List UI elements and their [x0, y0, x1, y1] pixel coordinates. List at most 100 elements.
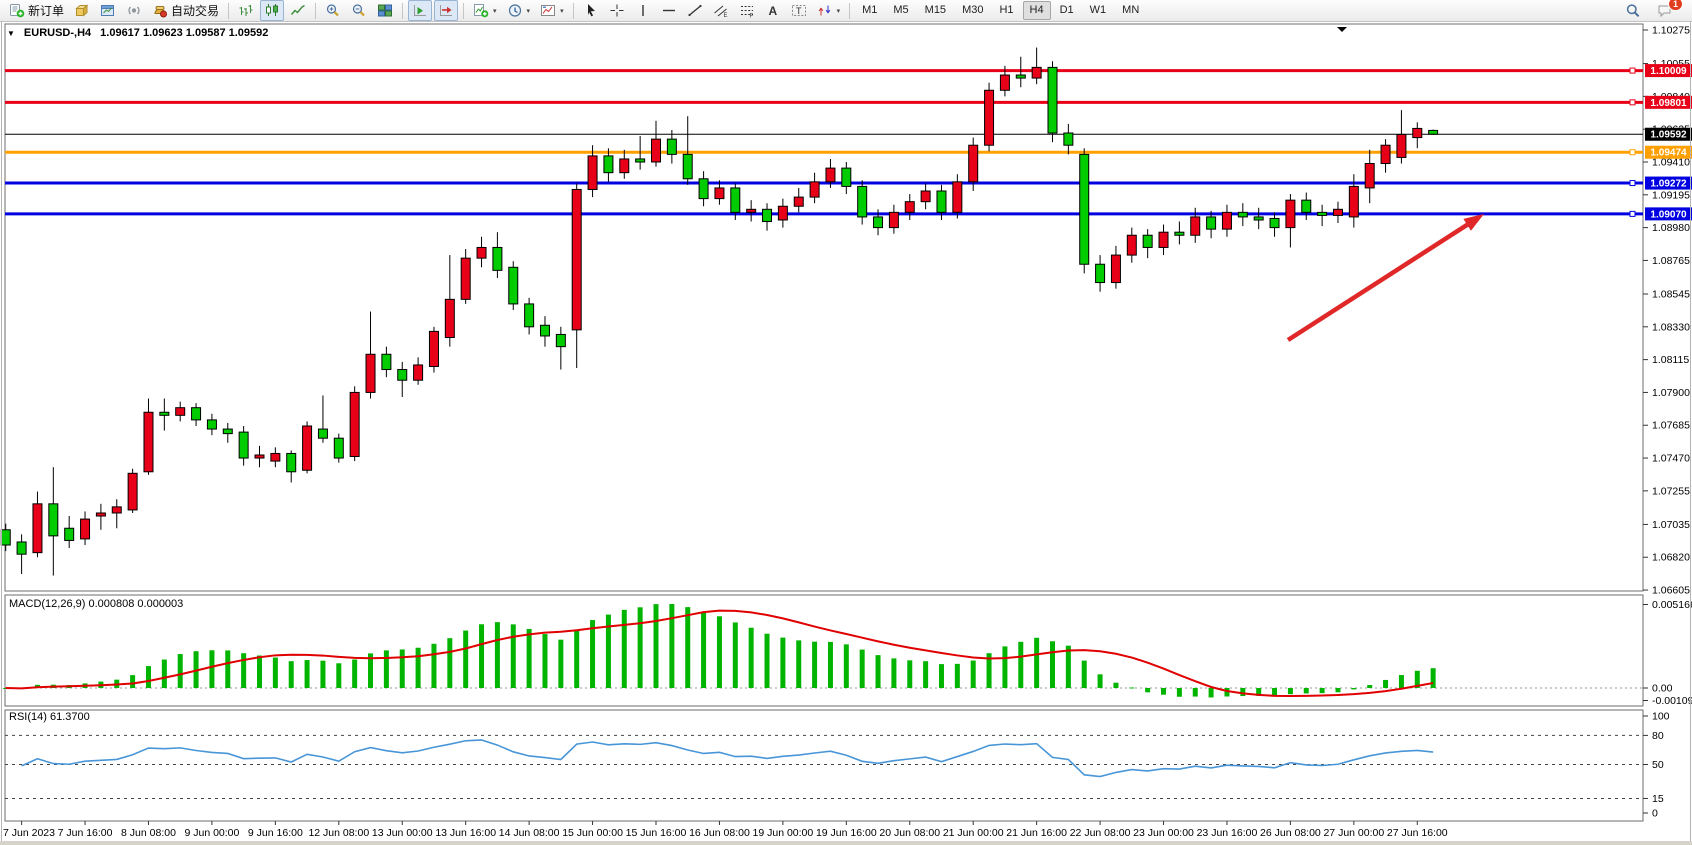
- search-button[interactable]: [1621, 0, 1645, 21]
- candle: [1016, 75, 1025, 78]
- trendline-button[interactable]: [683, 0, 707, 21]
- level-line-handle[interactable]: [1630, 150, 1635, 155]
- timeframe-w1-button[interactable]: W1: [1083, 1, 1114, 20]
- fibonacci-button[interactable]: F: [735, 0, 759, 21]
- timeframe-d1-button[interactable]: D1: [1053, 1, 1081, 20]
- candle: [588, 156, 597, 190]
- equidistant-channel-button[interactable]: E: [709, 0, 733, 21]
- arrows-button[interactable]: ▾: [813, 0, 845, 21]
- candle: [192, 408, 201, 420]
- periods-button[interactable]: ▾: [503, 0, 535, 21]
- notifications-button[interactable]: 1: [1653, 0, 1677, 21]
- zoom-out-icon: [351, 3, 367, 18]
- timeframe-h1-button[interactable]: H1: [992, 1, 1020, 20]
- macd-histogram-bar: [225, 650, 230, 688]
- candle: [842, 168, 851, 186]
- dropdown-caret-icon[interactable]: ▾: [560, 7, 564, 15]
- macd-histogram-bar: [765, 634, 770, 688]
- timeframe-m1-button[interactable]: M1: [855, 1, 884, 20]
- time-tick-label: 7 Jun 2023: [3, 827, 55, 839]
- candle: [810, 182, 819, 197]
- horizontal-line-button[interactable]: [657, 0, 681, 21]
- candlestick-chart-button[interactable]: [260, 0, 284, 21]
- macd-histogram-bar: [1367, 685, 1372, 688]
- toolbar: 新订单 自动交易 ▾ ▾ ▾ EFAT ▾ M1M5M15M30H1H4D1W1MN 1: [0, 0, 1692, 22]
- candle: [1270, 218, 1279, 227]
- level-line-handle[interactable]: [1630, 181, 1635, 186]
- macd-histogram-bar: [1193, 688, 1198, 697]
- vertical-line-button[interactable]: [631, 0, 655, 21]
- templates-button[interactable]: ▾: [536, 0, 568, 21]
- candle: [445, 299, 454, 337]
- cursor-button[interactable]: [579, 0, 603, 21]
- dropdown-caret-icon[interactable]: ▾: [527, 7, 531, 15]
- macd-axis-label: 0.005166: [1652, 599, 1692, 611]
- macd-histogram-bar: [352, 660, 357, 688]
- macd-histogram-bar: [939, 664, 944, 688]
- candlestick-chart-icon: [264, 3, 280, 18]
- indicators-button[interactable]: ▾: [469, 0, 501, 21]
- candle: [683, 154, 692, 178]
- time-tick-label: 9 Jun 16:00: [248, 827, 303, 839]
- macd-histogram-bar: [669, 604, 674, 688]
- timeframe-m30-button[interactable]: M30: [955, 1, 990, 20]
- candle: [287, 453, 296, 471]
- price-tick-label: 1.08330: [1652, 321, 1690, 333]
- price-tick-label: 1.07685: [1652, 420, 1690, 432]
- level-line-handle[interactable]: [1630, 211, 1635, 216]
- line-chart-button[interactable]: [286, 0, 310, 21]
- timeframe-h4-button[interactable]: H4: [1023, 1, 1051, 20]
- level-line-handle[interactable]: [1630, 100, 1635, 105]
- zoom-in-button[interactable]: [321, 0, 345, 21]
- toolbar-separator: [402, 3, 403, 19]
- macd-histogram-bar: [511, 624, 516, 688]
- macd-histogram-bar: [1034, 638, 1039, 688]
- macd-histogram-bar: [1177, 688, 1182, 697]
- candle: [176, 408, 185, 416]
- level-price-label-text: 1.09272: [1650, 179, 1687, 190]
- level-line-handle[interactable]: [1630, 68, 1635, 73]
- candle: [398, 370, 407, 381]
- new-order-button[interactable]: 新订单: [5, 0, 68, 21]
- tile-windows-button[interactable]: [373, 0, 397, 21]
- chart-shift-button[interactable]: [434, 0, 458, 21]
- candle: [540, 325, 549, 336]
- macd-histogram-bar: [146, 666, 151, 688]
- zoom-out-button[interactable]: [347, 0, 371, 21]
- timeframe-mn-button[interactable]: MN: [1115, 1, 1146, 20]
- macd-histogram-bar: [1431, 668, 1436, 688]
- candle: [1032, 67, 1041, 78]
- auto-scroll-button[interactable]: [408, 0, 432, 21]
- macd-histogram-bar: [876, 655, 881, 688]
- chart-collapse-icon[interactable]: ▼: [7, 29, 15, 38]
- candle: [144, 412, 153, 472]
- signal-button[interactable]: [122, 0, 146, 21]
- macd-histogram-bar: [336, 663, 341, 688]
- text-button[interactable]: A: [761, 0, 785, 21]
- text-label-button[interactable]: T: [787, 0, 811, 21]
- dropdown-caret-icon[interactable]: ▾: [493, 7, 497, 15]
- chart-window-button[interactable]: [96, 0, 120, 21]
- candle: [509, 267, 518, 304]
- macd-histogram-bar: [812, 642, 817, 688]
- auto-trading-button[interactable]: 自动交易: [148, 0, 223, 21]
- ohlc-values: 1.09617 1.09623 1.09587 1.09592: [100, 27, 268, 39]
- candle: [1429, 130, 1438, 134]
- candle: [350, 392, 359, 456]
- bar-chart-button[interactable]: [234, 0, 258, 21]
- dropdown-caret-icon[interactable]: ▾: [837, 7, 841, 15]
- candle: [572, 189, 581, 329]
- chart-title: ▼ EURUSD-,H4 1.09617 1.09623 1.09587 1.0…: [7, 27, 268, 39]
- macd-histogram-bar: [273, 658, 278, 688]
- macd-histogram-bar: [542, 634, 547, 688]
- timeframe-m5-button[interactable]: M5: [886, 1, 915, 20]
- current-price-label-text: 1.09592: [1650, 130, 1687, 141]
- time-tick-label: 8 Jun 08:00: [121, 827, 176, 839]
- equidistant-channel-icon: E: [713, 3, 729, 18]
- crosshair-button[interactable]: [605, 0, 629, 21]
- timeframe-m15-button[interactable]: M15: [918, 1, 953, 20]
- window-right-edge: [1690, 22, 1691, 845]
- macd-histogram-bar: [955, 664, 960, 688]
- candle: [1286, 200, 1295, 227]
- market-watch-cube-button[interactable]: [70, 0, 94, 21]
